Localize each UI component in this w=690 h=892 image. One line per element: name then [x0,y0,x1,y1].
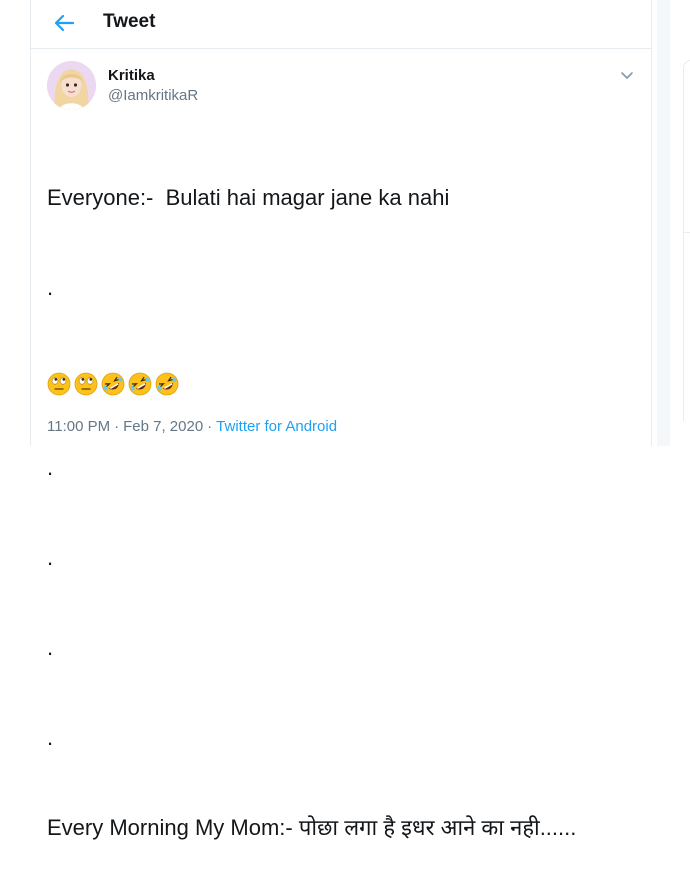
avatar-image [47,61,96,110]
tweet-time[interactable]: 11:00 PM [47,418,110,435]
back-button[interactable] [49,8,79,38]
avatar[interactable] [47,61,96,110]
column-border-right [651,0,652,446]
meta-separator: · [114,418,120,435]
right-panel-edge [683,60,690,421]
rofl-emoji-icon [101,372,125,396]
tweet-metadata: 11:00 PM · Feb 7, 2020 · Twitter for Android [47,418,337,435]
rolling-eyes-emoji-icon [74,372,98,396]
rolling-eyes-emoji-icon [47,372,71,396]
tweet-source-link[interactable]: Twitter for Android [216,418,337,435]
rofl-emoji-icon [155,372,179,396]
back-arrow-icon [54,14,75,32]
right-panel-divider [684,232,690,233]
tweet-line: . [47,545,54,570]
more-options-button[interactable] [617,65,637,85]
tweet-line: . [47,635,54,660]
tweet-date[interactable]: Feb 7, 2020 [123,418,203,435]
page-title: Tweet [103,11,156,32]
scrollbar[interactable] [657,0,670,446]
tweet-line: Every Morning My Mom:- पोछा लगा है इधर आ… [47,815,577,840]
tweet-line: . [47,275,54,300]
tweet-line: Everyone:- Bulati hai magar jane ka nahi [47,185,450,210]
emoji-row [47,372,179,398]
tweet: Kritika @IamkritikaR Everyone:- Bulati h… [31,49,651,840]
display-name[interactable]: Kritika [108,67,155,84]
meta-separator: · [207,418,213,435]
tweet-line: . [47,455,54,480]
user-handle[interactable]: @IamkritikaR [108,87,198,104]
chevron-down-icon [621,72,633,79]
header: Tweet [31,0,651,49]
rofl-emoji-icon [128,372,152,396]
tweet-text: Everyone:- Bulati hai magar jane ka nahi… [47,123,647,892]
tweet-line: . [47,725,54,750]
